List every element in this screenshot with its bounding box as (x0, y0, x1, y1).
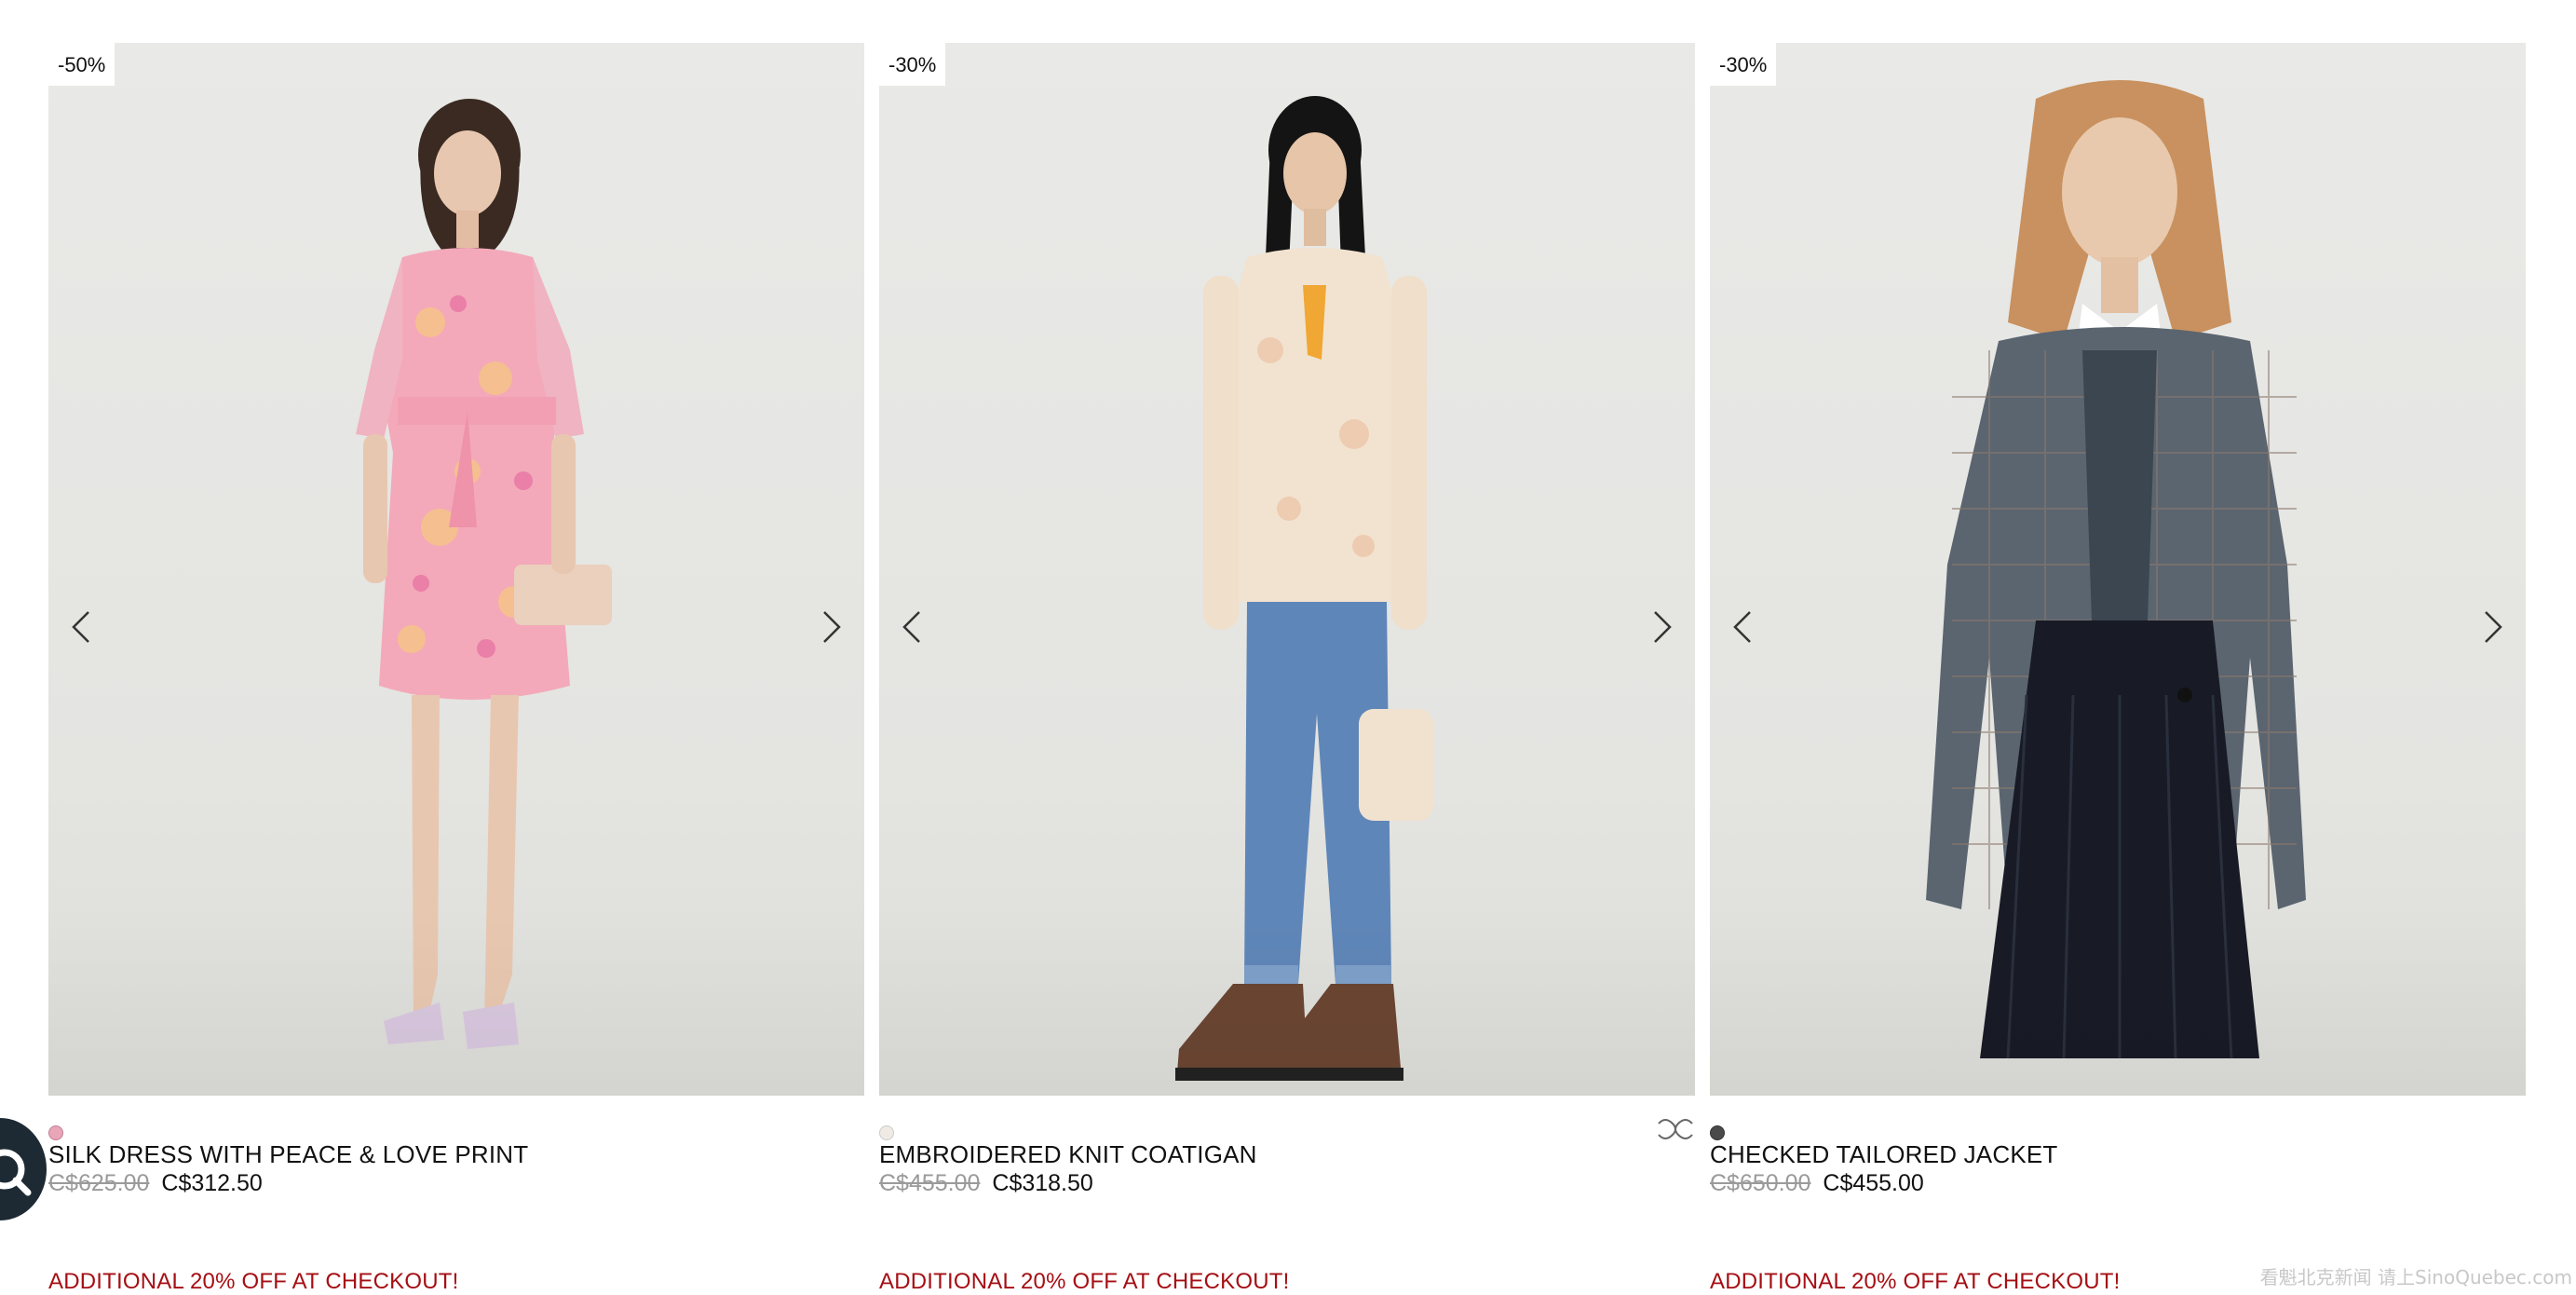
discount-badge: -30% (1710, 43, 1777, 86)
color-swatch[interactable] (1710, 1125, 1725, 1140)
color-swatch[interactable] (879, 1125, 894, 1140)
product-image[interactable]: -50% (48, 43, 864, 1096)
promo-message: ADDITIONAL 20% OFF AT CHECKOUT! (879, 1269, 1290, 1294)
promo-message: ADDITIONAL 20% OFF AT CHECKOUT! (1710, 1269, 2121, 1294)
promo-message: ADDITIONAL 20% OFF AT CHECKOUT! (48, 1269, 459, 1294)
product-card[interactable]: -30% CHECKED TAILORED JACKET C$650.00 C$… (1710, 43, 2526, 1294)
product-card[interactable]: -30% EMBROIDERED KNIT COATIGAN C$455.00 … (879, 43, 1695, 1294)
original-price: C$650.00 (1710, 1170, 1811, 1196)
chevron-left-icon (72, 611, 89, 643)
original-price: C$455.00 (879, 1170, 981, 1196)
product-image[interactable]: -30% (1710, 43, 2526, 1096)
sale-price: C$312.50 (161, 1170, 263, 1196)
product-image[interactable]: -30% (879, 43, 1695, 1096)
sale-price: C$455.00 (1823, 1170, 1924, 1196)
chevron-right-icon (1654, 611, 1672, 643)
price-block: C$650.00 C$455.00 (1710, 1170, 1924, 1197)
product-name[interactable]: CHECKED TAILORED JACKET (1710, 1140, 2058, 1169)
chevron-right-icon (2485, 611, 2502, 643)
carousel-prev-button[interactable] (887, 602, 937, 652)
watermark-text: 看魁北克新闻 请上SinoQuebec.com (2259, 1266, 2572, 1288)
color-swatch[interactable] (48, 1125, 63, 1140)
carousel-prev-button[interactable] (56, 602, 106, 652)
carousel-next-button[interactable] (1637, 602, 1688, 652)
chevron-left-icon (1733, 611, 1751, 643)
original-price: C$625.00 (48, 1170, 150, 1196)
product-name[interactable]: EMBROIDERED KNIT COATIGAN (879, 1140, 1257, 1169)
discount-badge: -30% (879, 43, 946, 86)
product-grid: -50% SILK DRESS WITH PEACE & LOVE PRINT … (0, 0, 2576, 1294)
product-card[interactable]: -50% SILK DRESS WITH PEACE & LOVE PRINT … (48, 43, 864, 1294)
sandro-logo-icon (1658, 1119, 1693, 1139)
carousel-prev-button[interactable] (1717, 602, 1768, 652)
carousel-next-button[interactable] (2468, 602, 2518, 652)
price-block: C$625.00 C$312.50 (48, 1170, 263, 1197)
chevron-right-icon (823, 611, 841, 643)
sale-price: C$318.50 (992, 1170, 1093, 1196)
discount-badge: -50% (48, 43, 115, 86)
price-block: C$455.00 C$318.50 (879, 1170, 1093, 1197)
chevron-left-icon (902, 611, 920, 643)
product-name[interactable]: SILK DRESS WITH PEACE & LOVE PRINT (48, 1140, 528, 1169)
carousel-next-button[interactable] (807, 602, 857, 652)
